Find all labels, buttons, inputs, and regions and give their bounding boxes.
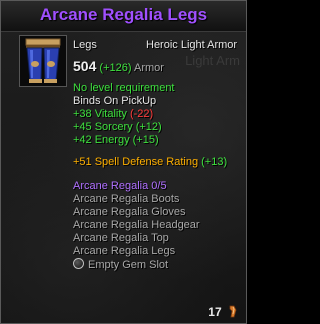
item-icon-frame <box>19 35 67 87</box>
stat-diff: (+15) <box>132 134 159 146</box>
level-requirement: No level requirement <box>73 82 175 94</box>
armor-line: 504 (+126) Armor <box>73 58 164 74</box>
set-name: Arcane Regalia 0/5 <box>73 180 167 192</box>
set-piece: Arcane Regalia Legs <box>73 245 176 257</box>
spell-defense-line: +51 Spell Defense Rating (+13) <box>73 156 227 168</box>
armor-value: 504 <box>73 58 97 74</box>
stat-energy: +42 Energy (+15) <box>73 134 159 146</box>
stat-text: +45 Sorcery <box>73 121 133 133</box>
set-piece: Arcane Regalia Boots <box>73 193 180 205</box>
stat-diff: (+12) <box>135 121 162 133</box>
stat-diff: (-22) <box>129 108 154 120</box>
set-piece: Arcane Regalia Headgear <box>73 219 200 231</box>
stat-sorcery: +45 Sorcery (+12) <box>73 121 162 133</box>
gem-slot-line: Empty Gem Slot <box>73 258 168 271</box>
leg-armor-icon <box>25 38 61 83</box>
item-slot: Legs <box>73 39 97 51</box>
item-type-watermark: Light Arm <box>185 53 240 68</box>
stat-vitality: +38 Vitality (-22) <box>73 108 153 120</box>
gem-socket-icon <box>73 258 84 269</box>
spell-defense-diff: (+13) <box>201 156 228 168</box>
item-type: Heroic Light Armor <box>146 39 238 51</box>
armor-bonus: (+126) <box>99 62 132 74</box>
spell-defense-text: +51 Spell Defense Rating <box>73 156 199 168</box>
item-tooltip: Arcane Regalia Legs Light Arm Legs Heroi… <box>0 0 247 324</box>
item-title: Arcane Regalia Legs <box>39 5 208 24</box>
title-bar: Arcane Regalia Legs <box>1 1 246 32</box>
armor-label: Armor <box>133 62 164 74</box>
set-piece: Arcane Regalia Gloves <box>73 206 186 218</box>
durability-value: 17 <box>208 305 222 319</box>
stat-text: +38 Vitality <box>73 108 127 120</box>
gem-slot-text: Empty Gem Slot <box>88 259 169 271</box>
binding-text: Binds On PickUp <box>73 95 157 107</box>
durability-display: 17 <box>208 305 238 319</box>
durability-icon <box>229 305 237 318</box>
set-piece: Arcane Regalia Top <box>73 232 169 244</box>
stat-text: +42 Energy <box>73 134 130 146</box>
